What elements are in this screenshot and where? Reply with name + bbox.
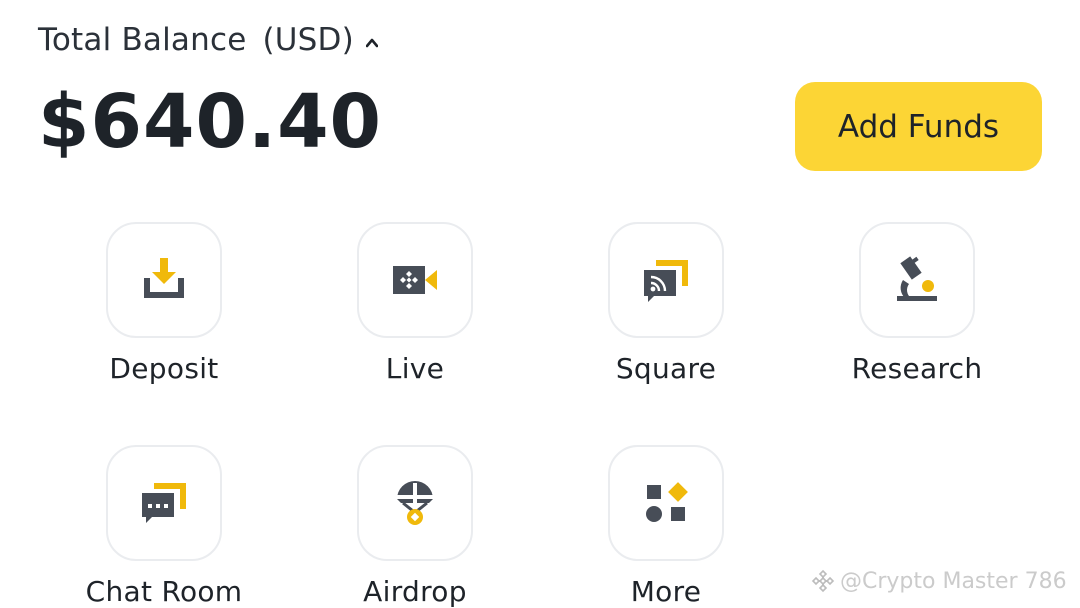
balance-currency: (USD) xyxy=(262,22,354,58)
research-icon-box[interactable] xyxy=(859,222,975,338)
square-feed-icon xyxy=(644,260,688,302)
shortcut-label: Square xyxy=(615,352,717,385)
chat-room-icon xyxy=(142,483,186,523)
airdrop-icon-box[interactable] xyxy=(357,445,473,561)
shortcut-label: Live xyxy=(385,352,445,385)
shortcut-research[interactable]: Research xyxy=(797,222,1037,385)
shortcut-label: More xyxy=(630,575,702,608)
shortcut-label: Airdrop xyxy=(363,575,467,608)
shortcut-label: Chat Room xyxy=(85,575,243,608)
shortcut-live[interactable]: Live xyxy=(295,222,535,385)
shortcut-label: Research xyxy=(851,352,983,385)
balance-label: Total Balance xyxy=(38,22,247,58)
airdrop-parachute-icon xyxy=(397,481,433,525)
watermark-text: @Crypto Master 786 xyxy=(840,568,1067,594)
more-grid-icon xyxy=(646,482,688,522)
shortcut-more[interactable]: More xyxy=(546,445,786,608)
chat-room-icon-box[interactable] xyxy=(106,445,222,561)
balance-amount: $640.40 xyxy=(38,79,383,165)
watermark-logo-icon xyxy=(811,569,835,593)
shortcut-airdrop[interactable]: Airdrop xyxy=(295,445,535,608)
microscope-icon xyxy=(897,256,937,301)
shortcut-deposit[interactable]: Deposit xyxy=(44,222,284,385)
chevron-up-icon[interactable] xyxy=(365,37,378,49)
add-funds-button[interactable]: Add Funds xyxy=(795,82,1042,171)
shortcut-chat-room[interactable]: Chat Room xyxy=(44,445,284,608)
more-icon-box[interactable] xyxy=(608,445,724,561)
live-icon-box[interactable] xyxy=(357,222,473,338)
square-icon-box[interactable] xyxy=(608,222,724,338)
live-video-icon xyxy=(393,266,437,294)
deposit-icon xyxy=(144,258,184,298)
deposit-icon-box[interactable] xyxy=(106,222,222,338)
balance-header[interactable]: Total Balance (USD) xyxy=(38,22,378,58)
shortcut-label: Deposit xyxy=(109,352,219,385)
watermark: @Crypto Master 786 xyxy=(810,568,1067,594)
shortcut-square[interactable]: Square xyxy=(546,222,786,385)
